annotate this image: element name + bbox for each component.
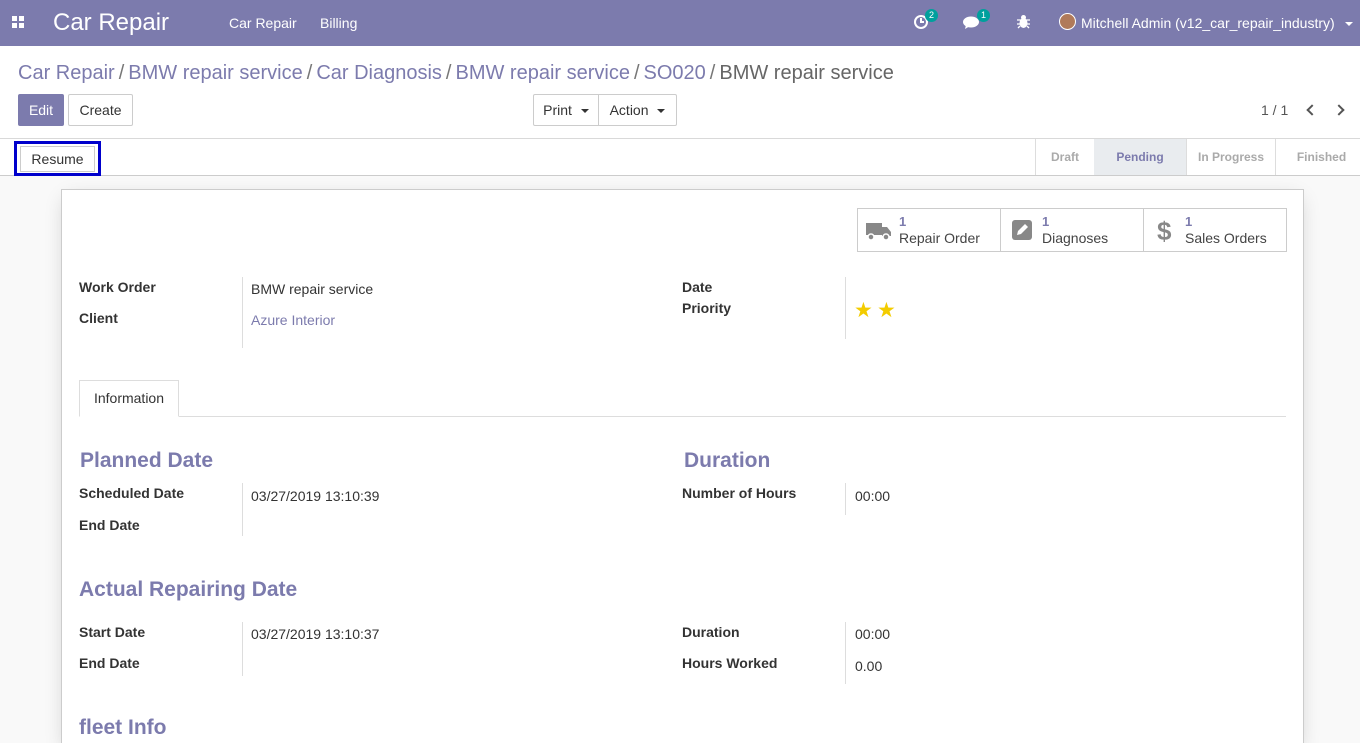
end-date-label: End Date [79,655,140,671]
start-date-value: 03/27/2019 13:10:37 [251,626,380,642]
app-title: Car Repair [53,9,170,36]
field-divider [845,622,846,684]
breadcrumb-current: BMW repair service [719,62,894,84]
top-navbar: Car Repair Car Repair Billing 2 1 Mitche… [0,0,1360,46]
field-divider [242,622,243,676]
priority-star-icon[interactable]: ★ [877,298,896,323]
chevron-left-icon[interactable] [1306,104,1318,116]
caret-down-icon [657,109,666,114]
priority-star-icon[interactable]: ★ [854,298,873,323]
start-date-label: Start Date [79,624,146,640]
menu-car-repair[interactable]: Car Repair [229,15,297,31]
end-date-label: End Date [79,517,140,533]
duration-label: Duration [682,624,740,640]
breadcrumb: Car Repair / BMW repair service / Car Diagno… [18,62,894,85]
activity-badge: 2 [925,9,939,22]
actual-repairing-date-title: Actual Repairing Date [79,578,298,601]
action-dropdown[interactable]: Action [598,94,677,126]
number-of-hours-label: Number of Hours [682,485,797,501]
stage-pending[interactable]: Pending [1094,139,1186,175]
date-label: Date [682,279,713,295]
action-label: Action [609,102,649,118]
number-of-hours-value: 00:00 [855,488,891,504]
breadcrumb-item[interactable]: BMW repair service [128,62,302,84]
diagnoses-label: Diagnoses [1042,230,1109,246]
sales-orders-smart-button[interactable]: $ 1 Sales Orders [1143,208,1287,252]
repair-order-smart-button[interactable]: 1 Repair Order [857,208,1001,252]
svg-text:$: $ [1157,217,1172,245]
client-link[interactable]: Azure Interior [251,312,335,328]
duration-title: Duration [684,449,771,472]
diagnoses-count: 1 [1042,214,1050,229]
scheduled-date-label: Scheduled Date [79,485,185,501]
bug-icon [1017,15,1030,29]
user-avatar[interactable] [1059,13,1076,30]
breadcrumb-separator: / [445,62,452,84]
repair-order-count: 1 [899,214,907,229]
sales-orders-label: Sales Orders [1185,230,1267,246]
hours-worked-label: Hours Worked [682,655,778,671]
breadcrumb-item[interactable]: Car Repair [18,62,115,84]
field-divider [242,483,243,536]
duration-value: 00:00 [855,626,891,642]
control-panel: Car Repair / BMW repair service / Car Diagno… [0,46,1360,139]
truck-icon [866,223,891,241]
fleet-info-title: fleet Info [79,716,167,739]
create-button[interactable]: Create [68,94,133,126]
user-name: Mitchell Admin (v12_car_repair_industry) [1081,15,1335,31]
breadcrumb-separator: / [118,62,125,84]
stage-divider [1275,139,1276,175]
chevron-right-icon[interactable] [1333,104,1345,116]
messages-badge: 1 [977,9,991,22]
tab-information[interactable]: Information [79,380,179,417]
print-dropdown[interactable]: Print [533,94,599,126]
pencil-square-icon [1012,220,1032,240]
tab-underline [79,416,1286,417]
breadcrumb-separator: / [633,62,640,84]
breadcrumb-item[interactable]: Car Diagnosis [316,62,442,84]
stage-draft[interactable]: Draft [1036,139,1094,175]
resume-button[interactable]: Resume [20,146,95,172]
field-divider [845,483,846,515]
debug-button[interactable] [1017,14,1030,32]
pager-value[interactable]: 1 / 1 [1261,102,1288,118]
breadcrumb-item[interactable]: SO020 [644,62,706,84]
status-bar: Resume Draft Pending In Progress Finishe… [0,139,1360,176]
breadcrumb-separator: / [306,62,313,84]
client-label: Client [79,310,118,326]
hours-worked-value: 0.00 [855,658,883,674]
apps-menu-icon[interactable] [12,16,26,30]
diagnoses-smart-button[interactable]: 1 Diagnoses [1000,208,1144,252]
menu-billing[interactable]: Billing [320,15,357,31]
work-order-label: Work Order [79,279,156,295]
planned-date-title: Planned Date [80,449,214,472]
breadcrumb-separator: / [709,62,716,84]
field-divider [242,277,243,348]
work-order-value: BMW repair service [251,281,374,297]
stage-finished[interactable]: Finished [1283,139,1360,175]
dollar-icon: $ [1157,217,1172,245]
user-menu[interactable]: Mitchell Admin (v12_car_repair_industry) [1081,15,1353,31]
stage-in-progress[interactable]: In Progress [1187,139,1275,175]
chevron-down-icon [1344,22,1353,27]
scheduled-date-value: 03/27/2019 13:10:39 [251,488,380,504]
caret-down-icon [580,109,589,114]
print-label: Print [543,102,572,118]
breadcrumb-item[interactable]: BMW repair service [455,62,629,84]
field-divider [845,277,846,339]
priority-label: Priority [682,300,732,316]
sales-orders-count: 1 [1185,214,1193,229]
resume-highlight: Resume [14,141,101,176]
activity-button[interactable]: 2 [913,9,939,33]
repair-order-label: Repair Order [899,230,980,246]
messages-button[interactable]: 1 [963,9,991,34]
edit-button[interactable]: Edit [18,94,64,126]
